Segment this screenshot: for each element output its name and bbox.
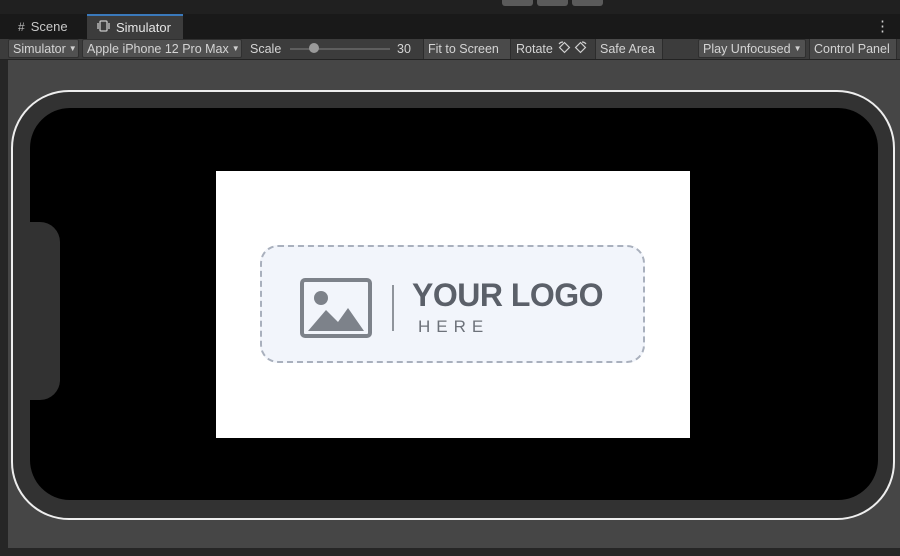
window-button[interactable] bbox=[572, 0, 603, 6]
control-panel-button[interactable]: Control Panel bbox=[809, 39, 897, 59]
chevron-down-icon: ▼ bbox=[231, 44, 240, 53]
rotate-left-icon[interactable] bbox=[558, 41, 571, 57]
play-mode-dropdown[interactable]: Play Unfocused ▼ bbox=[698, 39, 806, 58]
tab-label: Scene bbox=[30, 19, 68, 34]
logo-subtitle: HERE bbox=[418, 317, 490, 336]
grid-icon: # bbox=[18, 19, 25, 34]
more-options-icon[interactable]: ⋮ bbox=[875, 17, 890, 35]
game-view[interactable]: YOUR LOGO HERE bbox=[216, 171, 690, 438]
logo-divider bbox=[392, 285, 394, 331]
fit-to-screen-label: Fit to Screen bbox=[428, 42, 499, 56]
chevron-down-icon: ▼ bbox=[68, 44, 77, 53]
window-button[interactable] bbox=[537, 0, 568, 6]
logo-title: YOUR LOGO bbox=[412, 277, 604, 313]
play-mode-label: Play Unfocused bbox=[703, 41, 791, 56]
tab-strip: # Scene Simulator ⋮ bbox=[0, 14, 900, 39]
device-icon bbox=[97, 20, 110, 35]
top-window-buttons bbox=[502, 0, 603, 6]
rotate-button[interactable]: Rotate bbox=[512, 39, 596, 59]
bottom-bar bbox=[0, 548, 900, 556]
device-notch bbox=[22, 222, 60, 400]
control-panel-label: Control Panel bbox=[814, 42, 890, 56]
rotate-label: Rotate bbox=[516, 42, 553, 56]
simulator-dropdown[interactable]: Simulator ▼ bbox=[8, 39, 79, 58]
scale-value: 30 bbox=[397, 42, 411, 56]
fit-to-screen-button[interactable]: Fit to Screen bbox=[423, 39, 511, 59]
window-button[interactable] bbox=[502, 0, 533, 6]
left-gutter bbox=[0, 60, 8, 556]
tab-simulator[interactable]: Simulator bbox=[87, 14, 183, 39]
tab-label: Simulator bbox=[116, 20, 171, 35]
tab-scene[interactable]: # Scene bbox=[8, 14, 86, 39]
device-dropdown[interactable]: Apple iPhone 12 Pro Max ▼ bbox=[82, 39, 242, 58]
safe-area-button[interactable]: Safe Area bbox=[595, 39, 663, 59]
rotate-right-icon[interactable] bbox=[574, 41, 587, 57]
scale-label: Scale bbox=[250, 42, 282, 56]
simulator-dropdown-label: Simulator bbox=[13, 41, 66, 56]
logo-placeholder: YOUR LOGO HERE bbox=[260, 245, 645, 363]
image-placeholder-icon bbox=[300, 278, 372, 338]
device-dropdown-label: Apple iPhone 12 Pro Max bbox=[87, 41, 229, 56]
chevron-down-icon: ▼ bbox=[793, 44, 802, 53]
safe-area-label: Safe Area bbox=[600, 42, 655, 56]
scale-slider-handle[interactable] bbox=[309, 43, 319, 53]
scale-slider-track[interactable] bbox=[290, 48, 390, 50]
simulator-toolbar: Simulator ▼ Apple iPhone 12 Pro Max ▼ Scal… bbox=[0, 39, 900, 60]
